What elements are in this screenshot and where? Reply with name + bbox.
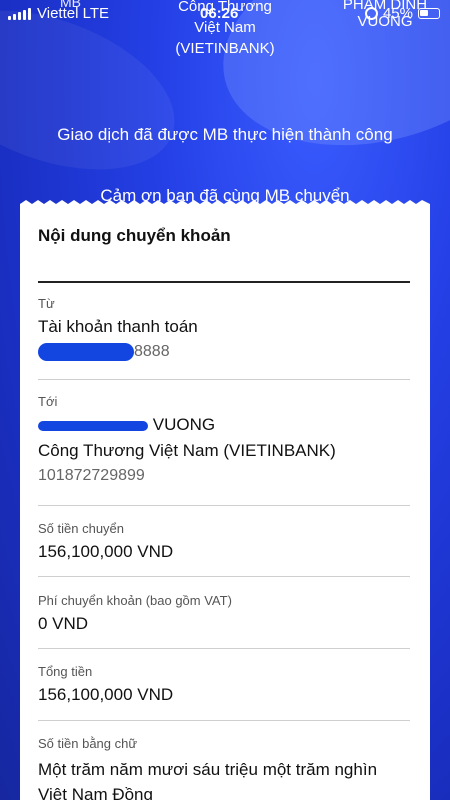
- to-section: Tới VUONG Công Thương Việt Nam (VIETINBA…: [38, 394, 410, 485]
- redaction-mark: [38, 420, 148, 431]
- redaction-mark: [38, 343, 134, 361]
- divider: [38, 505, 410, 506]
- total-value: 156,100,000 VND: [38, 685, 174, 704]
- from-account-number: 8888: [38, 343, 410, 361]
- from-account-suffix: 8888: [134, 343, 170, 361]
- card-title: Nội dung chuyển khoản: [38, 226, 231, 245]
- amount-in-words-section: Số tiền bằng chữ Một trăm năm mươi sáu t…: [38, 736, 410, 800]
- signal-icon: [8, 7, 31, 20]
- divider: [38, 720, 410, 721]
- amount-label: Số tiền chuyển: [38, 521, 125, 536]
- amount-section: Số tiền chuyển 156,100,000 VND: [38, 521, 410, 562]
- to-bank: Công Thương Việt Nam (VIETINBANK): [38, 441, 336, 460]
- total-section: Tổng tiền 156,100,000 VND: [38, 664, 410, 705]
- carrier: Viettel LTE: [37, 5, 109, 22]
- fee-label: Phí chuyển khoản (bao gồm VAT): [38, 593, 232, 608]
- battery-percent: 45%: [382, 5, 413, 22]
- amount-in-words-label: Số tiền bằng chữ: [38, 736, 138, 751]
- status-bar: Viettel LTE 06:26 45%: [0, 0, 450, 28]
- from-section: Từ Tài khoản thanh toán 8888: [38, 296, 410, 361]
- clock: 06:26: [200, 5, 239, 22]
- title-divider: [38, 281, 410, 283]
- to-name: VUONG: [38, 415, 410, 435]
- fee-value: 0 VND: [38, 614, 89, 633]
- success-message: Giao dịch đã được MB thực hiện thành côn…: [57, 125, 393, 144]
- amount-in-words-value: Một trăm năm mươi sáu triệu một trăm ngh…: [38, 760, 378, 800]
- to-account-number: 101872729899: [38, 467, 145, 484]
- divider: [38, 576, 410, 577]
- to-label: Tới: [38, 394, 58, 409]
- from-label: Từ: [38, 296, 55, 311]
- total-label: Tổng tiền: [38, 664, 93, 679]
- transfer-details-card: Nội dung chuyển khoản Từ Tài khoản thanh…: [20, 208, 430, 800]
- from-account-type: Tài khoản thanh toán: [38, 317, 198, 336]
- divider: [38, 379, 410, 380]
- fee-section: Phí chuyển khoản (bao gồm VAT) 0 VND: [38, 593, 410, 634]
- rotation-lock-icon: [364, 7, 378, 20]
- background-swoosh: [0, 0, 197, 201]
- amount-value: 156,100,000 VND: [38, 542, 174, 561]
- divider: [38, 648, 410, 649]
- battery-icon: [418, 8, 440, 19]
- to-name-suffix: VUONG: [152, 415, 216, 434]
